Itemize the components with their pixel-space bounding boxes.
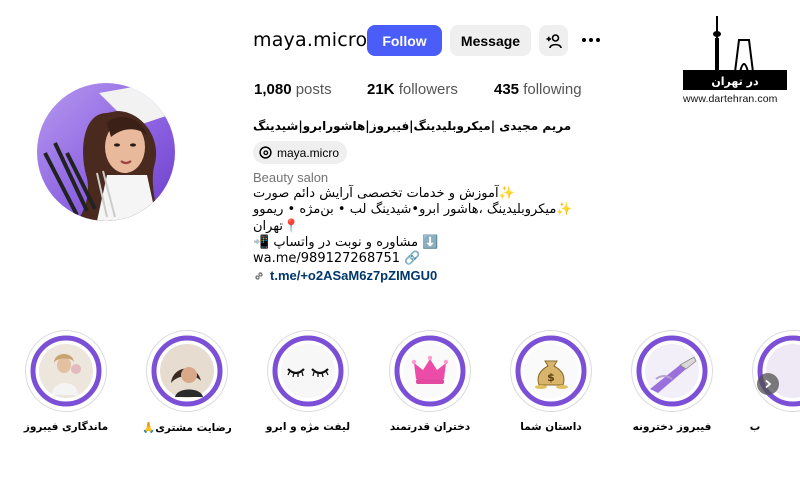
highlight-item[interactable]: ماندگاری فیبروز <box>24 330 108 433</box>
highlight-label: رضایت مشتری🙏 <box>142 422 232 434</box>
bio-whatsapp-line: wa.me/989127268751 🔗 <box>253 251 421 266</box>
highlights-next-button[interactable] <box>757 373 779 395</box>
client-photo-thumbnail <box>151 335 223 407</box>
watermark-url: www.dartehran.com <box>683 93 778 105</box>
followers-number: 21K <box>367 81 395 98</box>
svg-text:$: $ <box>547 371 555 384</box>
profile-link[interactable]: t.me/+o2ASaM6z7pZIMGU0 <box>253 268 437 284</box>
highlight-item[interactable]: دختران قدرتمند <box>389 330 471 433</box>
highlight-item[interactable]: ب <box>750 330 800 433</box>
following-label: following <box>523 81 582 98</box>
girl-photo-thumbnail <box>30 335 102 407</box>
more-dot-icon <box>589 38 593 42</box>
profile-full-name: مریم مجیدی |میکروبلیدینگ|فیبروز|هاشورابر… <box>253 119 572 133</box>
highlight-label: لیفت مژه و ابرو <box>265 421 351 433</box>
posts-count: 1,080 posts <box>254 81 332 98</box>
threads-icon <box>259 146 272 159</box>
add-user-icon <box>546 33 562 48</box>
threads-badge[interactable]: maya.micro <box>253 141 348 164</box>
highlight-label: ب <box>749 421 761 433</box>
highlight-label: داستان شما <box>520 421 582 433</box>
profile-link-text: t.me/+o2ASaM6z7pZIMGU0 <box>270 268 438 283</box>
suggest-user-button[interactable] <box>539 25 568 56</box>
chevron-right-icon <box>765 379 772 389</box>
highlight-item[interactable]: لیفت مژه و ابرو <box>266 330 350 433</box>
message-button[interactable]: Message <box>450 25 531 56</box>
followers-count[interactable]: 21K followers <box>367 81 458 98</box>
following-number: 435 <box>494 81 520 98</box>
posts-label: posts <box>295 81 332 98</box>
more-dot-icon <box>582 38 586 42</box>
highlight-label: ماندگاری فیبروز <box>23 421 109 433</box>
following-count[interactable]: 435 following <box>494 81 582 98</box>
threads-handle: maya.micro <box>277 145 340 160</box>
highlight-item[interactable]: فیبروز دخترونه <box>631 330 713 433</box>
bio-line: 📍تهران <box>253 219 300 234</box>
more-dot-icon <box>596 38 600 42</box>
link-icon <box>255 272 263 280</box>
eyelash-icon <box>272 335 344 407</box>
bio-line: ⬇️ مشاوره و نوبت در واتساپ 📲 <box>253 235 439 250</box>
profile-avatar[interactable] <box>37 83 175 221</box>
followers-label: followers <box>398 81 458 98</box>
follow-button[interactable]: Follow <box>367 25 442 56</box>
highlight-label: دختران قدرتمند <box>389 421 471 433</box>
money-bag-icon: $ <box>515 335 587 407</box>
fibrous-tool-thumbnail <box>636 335 708 407</box>
posts-number: 1,080 <box>254 81 292 98</box>
bio-line: ✨آموزش و خدمات تخصصی آرایش دائم صورت <box>253 186 515 201</box>
highlight-item[interactable]: $ داستان شما <box>510 330 592 433</box>
more-options-button[interactable] <box>578 30 604 50</box>
logo-text: در تهران <box>711 75 759 88</box>
profile-username: maya.micro <box>253 29 368 51</box>
crown-icon <box>394 335 466 407</box>
partial-highlight-thumbnail <box>757 335 800 407</box>
highlight-item[interactable]: رضایت مشتری🙏 <box>142 330 232 434</box>
profile-category: Beauty salon <box>253 170 329 185</box>
bio-line: ✨میکروبلیدینگ ،هاشور ابرو•شیدینگ لب • بن… <box>253 202 573 217</box>
